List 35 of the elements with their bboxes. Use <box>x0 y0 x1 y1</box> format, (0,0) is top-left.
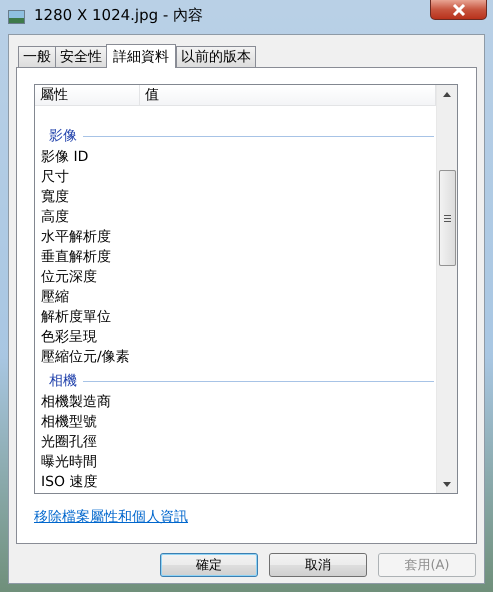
property-name[interactable]: 影像 ID <box>35 147 436 167</box>
grip-icon <box>444 214 450 222</box>
property-name[interactable]: 相機製造商 <box>35 392 436 412</box>
scroll-up-icon <box>443 92 451 96</box>
cancel-button[interactable]: 取消 <box>269 553 367 577</box>
property-name[interactable]: 光圈孔徑 <box>35 432 436 452</box>
tab[interactable]: 詳細資料 <box>106 44 176 68</box>
property-name[interactable]: 位元深度 <box>35 267 436 287</box>
group-header: 相機 <box>49 372 77 390</box>
scroll-thumb[interactable] <box>438 170 456 266</box>
property-name[interactable]: 壓縮位元/像素 <box>35 347 436 367</box>
property-name[interactable]: 水平解析度 <box>35 227 436 247</box>
window-title: 1280 X 1024.jpg - 內容 <box>34 6 204 25</box>
property-name[interactable]: 尺寸 <box>35 167 436 187</box>
group-header: 影像 <box>49 127 77 145</box>
property-name[interactable]: ISO 速度 <box>35 472 436 492</box>
property-name[interactable]: 曝光時間 <box>35 452 436 472</box>
property-name[interactable]: 色彩呈現 <box>35 327 436 347</box>
remove-properties-link[interactable]: 移除檔案屬性和個人資訊 <box>34 508 188 526</box>
property-name[interactable]: 解析度單位 <box>35 307 436 327</box>
property-name[interactable]: 高度 <box>35 207 436 227</box>
image-file-icon <box>8 10 25 24</box>
tab[interactable]: 安全性 <box>55 46 107 67</box>
tab[interactable]: 以前的版本 <box>176 46 256 67</box>
property-name[interactable]: 寬度 <box>35 187 436 207</box>
close-icon <box>450 4 466 16</box>
property-name[interactable]: 相機型號 <box>35 412 436 432</box>
ok-button[interactable]: 確定 <box>160 553 258 577</box>
close-button[interactable] <box>430 0 487 20</box>
column-header[interactable]: 屬性 <box>35 85 140 105</box>
property-name[interactable]: 垂直解析度 <box>35 247 436 267</box>
property-name[interactable]: 壓縮 <box>35 287 436 307</box>
tab[interactable]: 一般 <box>18 46 56 67</box>
scrollbar[interactable] <box>436 85 457 493</box>
scroll-down-icon <box>443 482 451 486</box>
